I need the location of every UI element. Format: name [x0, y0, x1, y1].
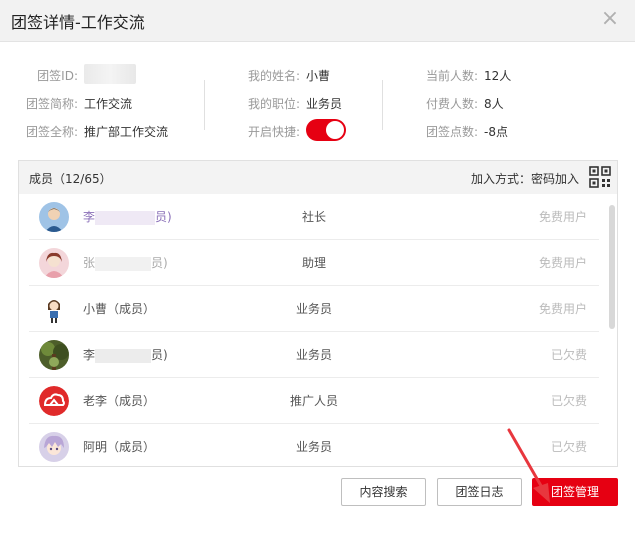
- member-role: 社长: [301, 210, 326, 224]
- member-status: 免费用户: [538, 256, 587, 270]
- member-name: 小曹（成员）: [83, 302, 156, 316]
- current-count-label: 当前人数:: [425, 69, 478, 83]
- member-role: 业务员: [295, 348, 332, 362]
- member-status: 免费用户: [538, 210, 587, 224]
- my-position-value: 业务员: [306, 97, 343, 111]
- annotation-arrow-icon: [507, 428, 550, 503]
- member-role: 业务员: [295, 302, 332, 316]
- member-row[interactable]: 张员) 助理 免费用户: [29, 240, 599, 286]
- group-points-label: 团签点数:: [425, 125, 478, 139]
- dialog-title: 团签详情-工作交流: [11, 13, 145, 32]
- member-row[interactable]: 小曹（成员） 业务员 免费用户: [29, 286, 599, 332]
- group-id-value-redacted: [84, 64, 136, 84]
- member-name: 李员): [83, 348, 168, 363]
- group-full-name-label: 团签全称:: [25, 125, 78, 139]
- paid-count-label: 付费人数:: [425, 97, 478, 111]
- info-divider: [204, 80, 205, 130]
- members-scrollbar[interactable]: [609, 205, 615, 329]
- members-count: 成员（12/65）: [29, 172, 112, 186]
- info-divider: [382, 80, 383, 130]
- members-header: 成员（12/65） 加入方式：密码加入: [19, 161, 617, 194]
- current-count-value: 12人: [484, 69, 512, 83]
- member-name: 张员): [83, 256, 168, 271]
- member-role: 推广人员: [289, 394, 338, 408]
- member-row[interactable]: 李员) 业务员 已欠费: [29, 332, 599, 378]
- group-full-name-value: 推广部工作交流: [84, 125, 169, 139]
- group-id-label: 团签ID:: [37, 69, 78, 83]
- member-row[interactable]: 老李（成员） 推广人员 已欠费: [29, 378, 599, 424]
- group-detail-dialog: 团签详情-工作交流 × 团签ID: 团签简称: 工作交流 团签全称: 推广部工作…: [0, 0, 635, 544]
- members-panel: 成员（12/65） 加入方式：密码加入 李员) 社长 免费用户 张 员) 助理 …: [18, 160, 618, 467]
- qr-code-icon[interactable]: [589, 166, 611, 188]
- member-role: 业务员: [295, 440, 332, 454]
- my-position-label: 我的职位:: [247, 97, 300, 111]
- close-icon[interactable]: ×: [598, 8, 622, 32]
- member-status: 已欠费: [550, 348, 587, 362]
- member-role: 助理: [301, 256, 326, 270]
- paid-count-value: 8人: [484, 97, 504, 111]
- my-name-label: 我的姓名:: [247, 69, 300, 83]
- member-name: 李员): [83, 210, 172, 225]
- member-row[interactable]: 李员) 社长 免费用户: [29, 194, 599, 240]
- avatar: [39, 340, 69, 370]
- toggle-knob: [326, 121, 344, 139]
- member-status: 已欠费: [550, 394, 587, 408]
- member-status: 免费用户: [538, 302, 587, 316]
- group-short-name-label: 团签简称:: [25, 97, 78, 111]
- group-short-name-value: 工作交流: [84, 97, 133, 111]
- content-search-button[interactable]: 内容搜索: [341, 478, 426, 506]
- quick-enable-label: 开启快捷:: [247, 125, 300, 139]
- member-name: 阿明（成员）: [83, 440, 156, 454]
- join-method: 加入方式：密码加入: [470, 172, 579, 186]
- avatar: [39, 248, 69, 278]
- avatar: [39, 432, 69, 462]
- group-points-value: -8点: [484, 125, 508, 139]
- avatar: [39, 294, 69, 324]
- avatar: [39, 386, 69, 416]
- member-name: 老李（成员）: [83, 394, 156, 408]
- avatar: [39, 202, 69, 232]
- my-name-value: 小曹: [306, 69, 331, 83]
- title-bar: 团签详情-工作交流 ×: [0, 0, 635, 42]
- quick-enable-toggle[interactable]: [306, 119, 346, 141]
